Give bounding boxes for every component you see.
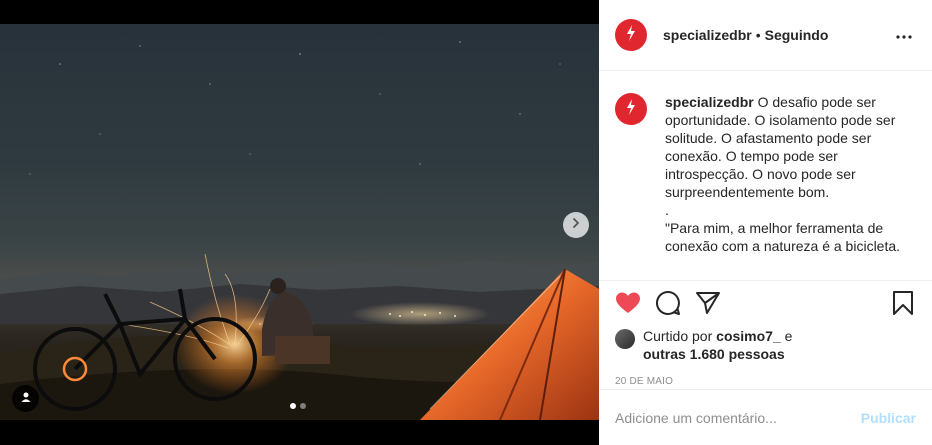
carousel-next-button[interactable] [563,212,589,238]
caption-username[interactable]: specializedbr [665,94,754,110]
caption-author-avatar[interactable] [615,93,647,125]
tagged-users-button[interactable] [12,385,39,412]
bookmark-icon [892,290,914,321]
more-options-button[interactable] [892,23,916,47]
likes-conjunction: e [784,328,793,344]
likes-summary: Curtido por cosimo7_ e outras 1.680 pess… [599,327,932,363]
likes-text: Curtido por cosimo7_ e outras 1.680 pess… [643,327,792,363]
specialized-logo-icon [623,24,639,47]
likes-others-link[interactable]: outras 1.680 pessoas [643,346,785,362]
user-tag-icon [20,390,32,408]
publish-button[interactable]: Publicar [861,410,916,426]
post-actions [599,281,932,329]
caption-quote: "Para mim, a melhor ferramenta de conexã… [665,220,901,254]
post-header: specializedbr • Seguindo [599,0,932,71]
likes-prefix: Curtido por [643,328,713,344]
specialized-logo-icon [623,98,639,121]
heart-icon [615,291,641,320]
liker-avatar[interactable] [615,329,635,349]
comment-input[interactable] [615,409,861,426]
author-username[interactable]: specializedbr [663,27,752,43]
header-separator: • [755,27,761,43]
author-avatar[interactable] [615,19,647,51]
following-button[interactable]: Seguindo [765,27,829,43]
liker-username[interactable]: cosimo7_ [716,328,781,344]
carousel-dot-1 [290,403,296,409]
save-button[interactable] [890,290,916,321]
post-media [0,0,599,445]
comment-button[interactable] [655,290,681,321]
carousel-indicator [290,403,306,409]
camping-night-scene [0,41,599,420]
share-button[interactable] [695,291,721,320]
caption-area: specializedbr O desafio pode ser oportun… [599,71,932,281]
comment-icon [655,290,681,321]
like-button[interactable] [615,292,641,318]
carousel-dot-2 [300,403,306,409]
post-side-panel: specializedbr • Seguindo specializedbr O… [599,0,932,445]
chevron-right-icon [570,216,582,234]
post-photo[interactable] [0,24,599,420]
more-options-icon [896,26,912,44]
caption-text: specializedbr O desafio pode ser oportun… [665,93,913,280]
share-icon [695,291,721,320]
caption-dot-line: . [665,202,669,218]
post-date[interactable]: 20 DE MAIO [599,376,932,387]
comment-bar: Publicar [599,389,932,445]
